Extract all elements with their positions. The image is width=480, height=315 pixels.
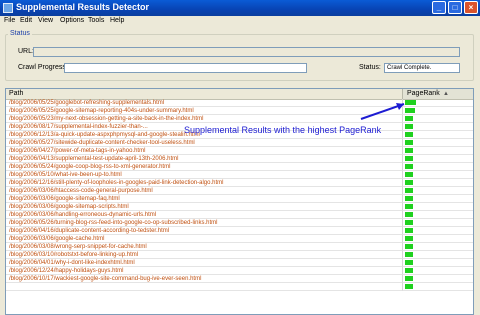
annotation-text: Supplemental Results with the highest Pa… <box>184 125 382 135</box>
arrow-icon <box>360 103 405 120</box>
